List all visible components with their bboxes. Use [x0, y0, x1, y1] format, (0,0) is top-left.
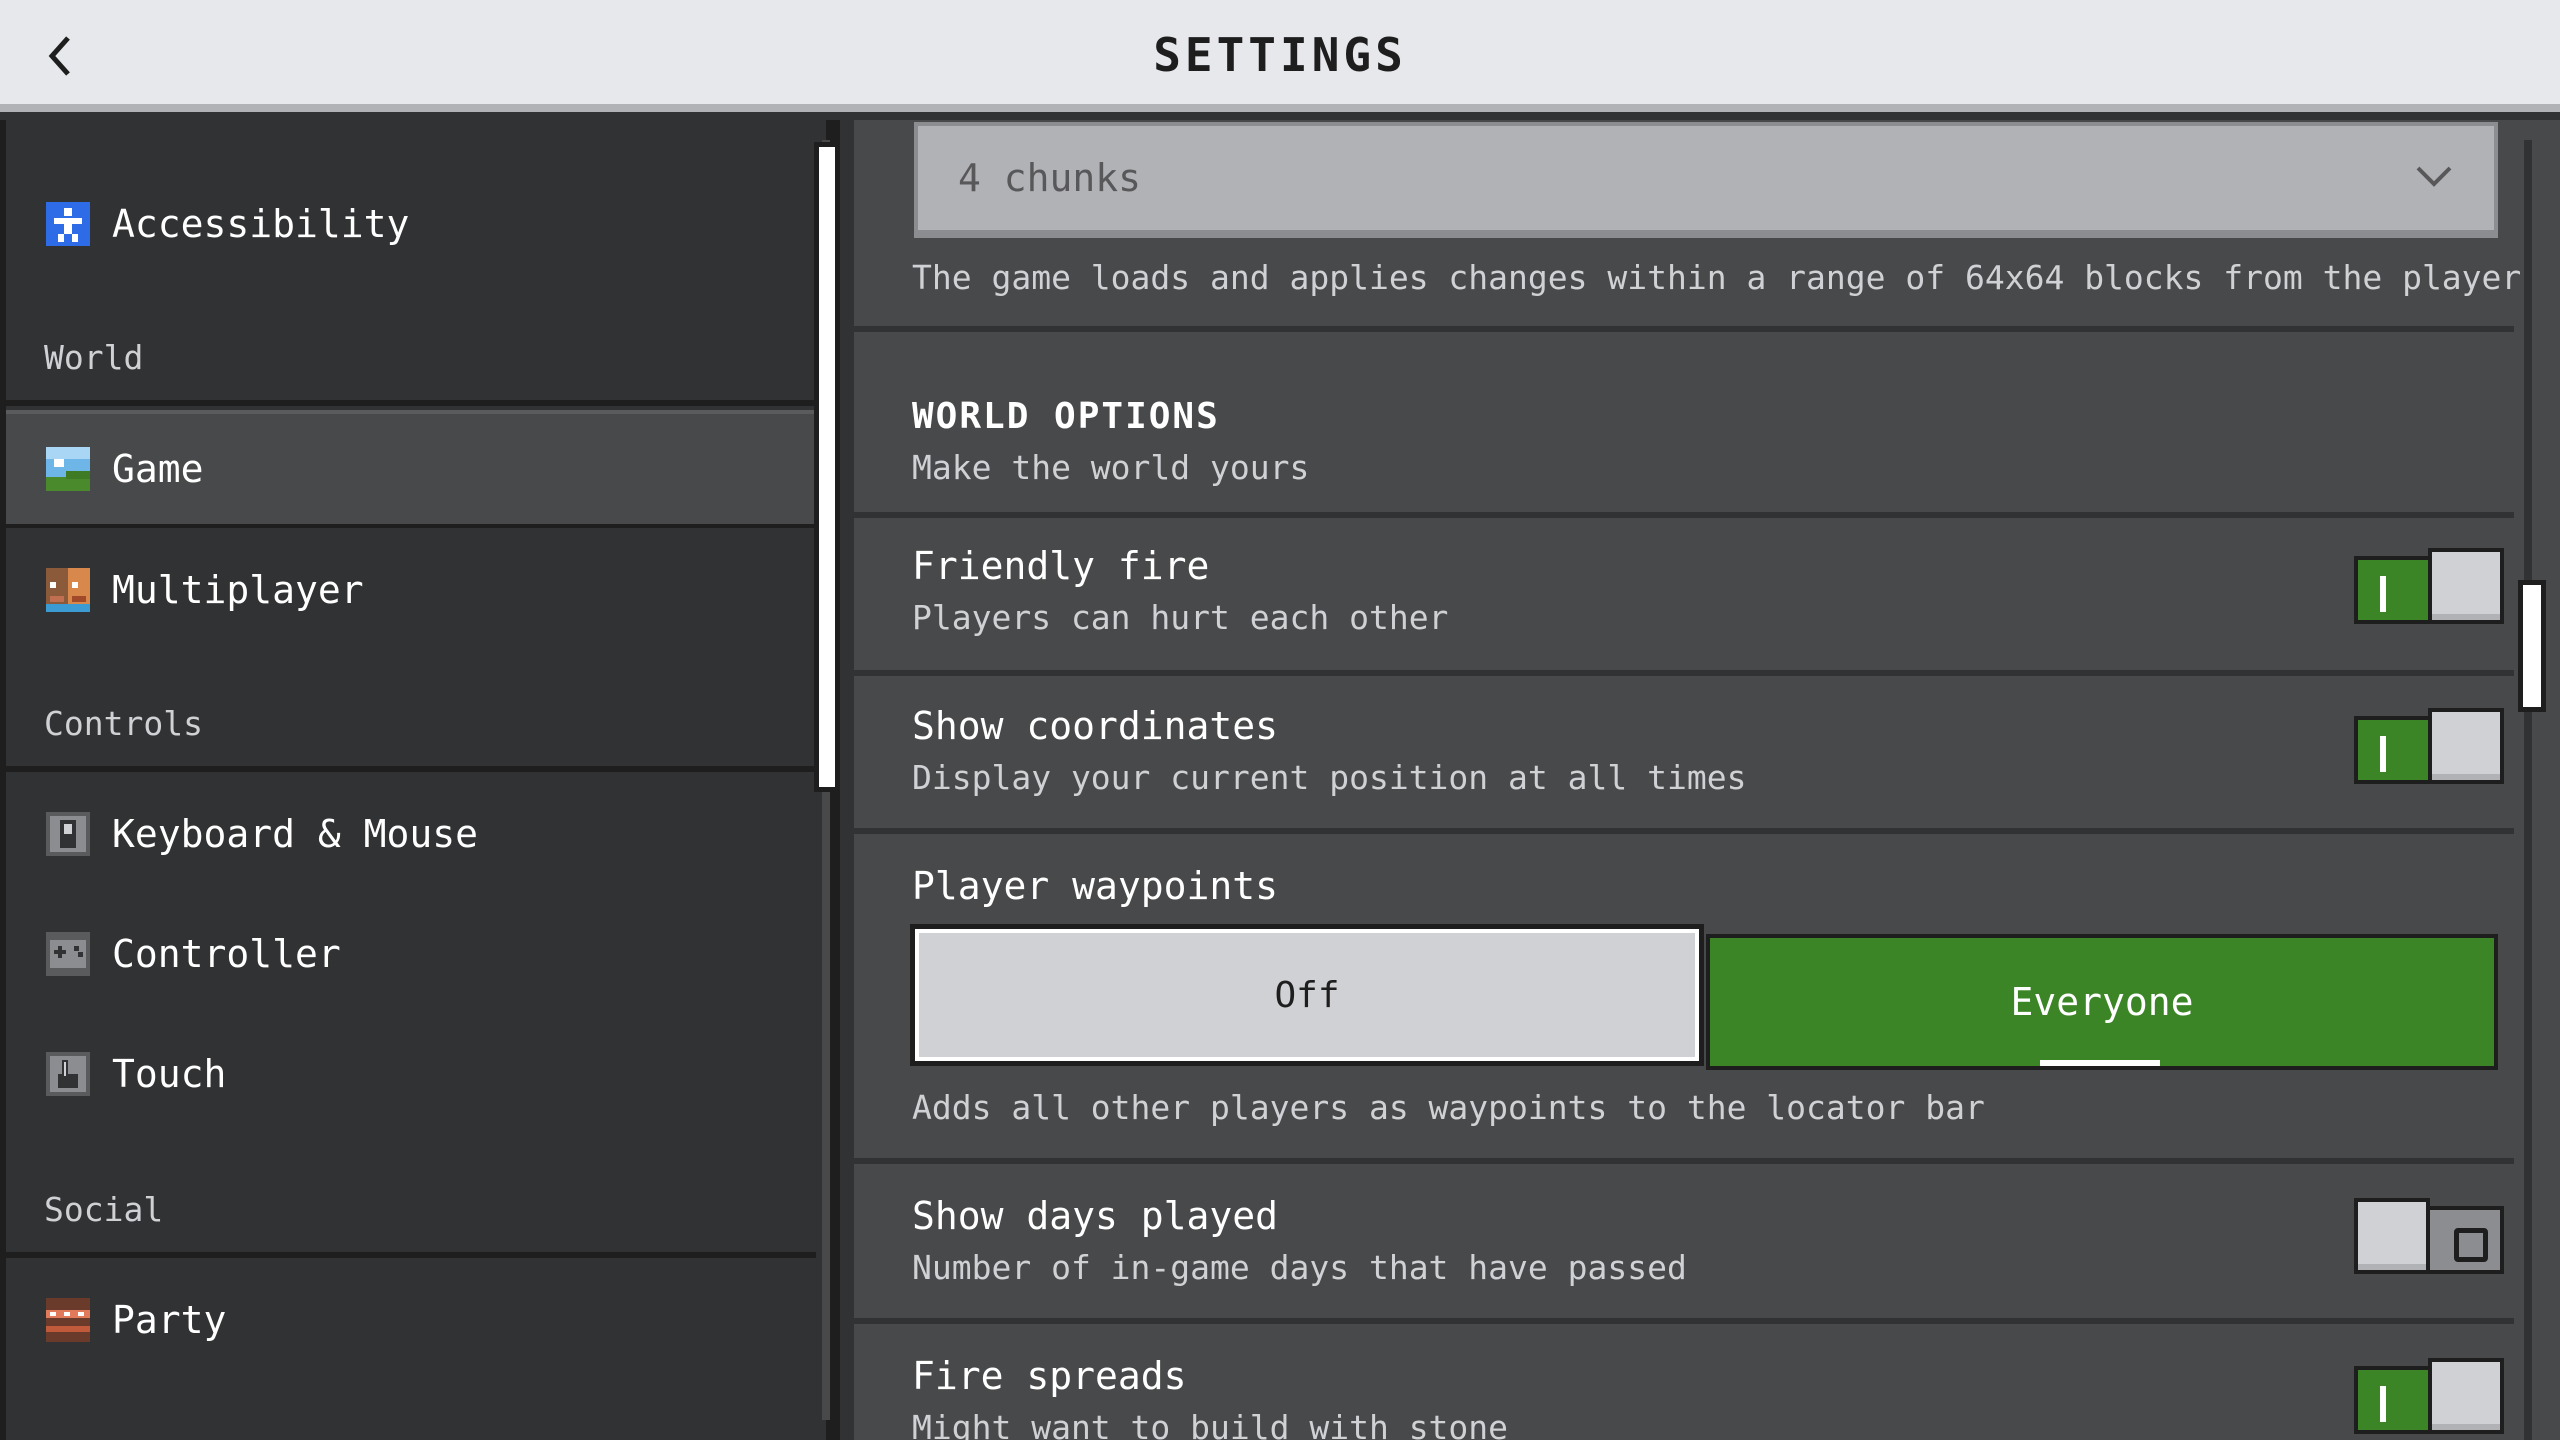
world-options-subtitle: Make the world yours — [912, 448, 1310, 487]
divider — [854, 326, 2514, 332]
show-coordinates-title: Show coordinates — [912, 704, 1279, 748]
world-options-title: WORLD OPTIONS — [912, 396, 1220, 437]
sidebar-item-label: Multiplayer — [112, 568, 364, 612]
toggle-knob — [2428, 708, 2504, 784]
header-bar: SETTINGS — [0, 0, 2560, 112]
sidebar-item-party[interactable]: Party — [6, 1264, 816, 1376]
divider — [854, 828, 2514, 834]
divider — [854, 1318, 2514, 1324]
toggle-on-mark — [2380, 736, 2386, 772]
sidebar-section-controls: Controls — [44, 704, 203, 743]
sidebar-item-label: Controller — [112, 932, 341, 976]
waypoints-option-everyone[interactable]: Everyone — [1706, 934, 2498, 1070]
sidebar-divider — [6, 1252, 816, 1258]
sidebar-section-social: Social — [44, 1190, 164, 1229]
toggle-knob — [2354, 1198, 2430, 1274]
show-coordinates-toggle[interactable] — [2354, 708, 2504, 784]
sidebar-item-label: Party — [112, 1298, 227, 1342]
sidebar-item-label: Game — [112, 447, 204, 491]
sidebar-item-label: Touch — [112, 1052, 227, 1096]
selected-indicator — [2040, 1060, 2160, 1066]
touch-icon — [46, 1052, 90, 1096]
controller-icon — [46, 932, 90, 976]
main-scrollbar-thumb[interactable] — [2518, 580, 2546, 712]
show-coordinates-description: Display your current position at all tim… — [912, 758, 1747, 797]
sidebar-item-keyboard-mouse[interactable]: Keyboard & Mouse — [6, 778, 816, 890]
accessibility-icon — [46, 202, 90, 246]
sidebar-item-accessibility[interactable]: Accessibility — [6, 168, 816, 280]
sidebar-item-multiplayer[interactable]: Multiplayer — [6, 534, 816, 646]
game-landscape-icon — [46, 447, 90, 491]
option-label: Everyone — [2010, 980, 2194, 1024]
sidebar-divider — [6, 766, 816, 772]
show-days-played-title: Show days played — [912, 1194, 1279, 1238]
fire-spreads-description: Might want to build with stone — [912, 1408, 1509, 1440]
toggle-off-mark — [2454, 1228, 2488, 1262]
show-days-played-toggle[interactable] — [2354, 1198, 2504, 1274]
divider — [854, 670, 2514, 676]
friendly-fire-title: Friendly fire — [912, 544, 1210, 588]
sidebar-item-label: Keyboard & Mouse — [112, 812, 479, 856]
sidebar-item-label: Accessibility — [112, 202, 410, 246]
main-scrollbar-track[interactable] — [2524, 140, 2532, 1440]
toggle-knob — [2428, 548, 2504, 624]
page-title: SETTINGS — [1153, 28, 1407, 82]
option-label: Off — [1274, 974, 1340, 1016]
friendly-fire-toggle[interactable] — [2354, 548, 2504, 624]
player-waypoints-description: Adds all other players as waypoints to t… — [912, 1088, 1985, 1127]
fire-spreads-toggle[interactable] — [2354, 1358, 2504, 1434]
render-distance-description: The game loads and applies changes withi… — [912, 258, 2522, 297]
toggle-on-mark — [2380, 576, 2386, 612]
multiplayer-icon — [46, 568, 90, 612]
party-icon — [46, 1298, 90, 1342]
friendly-fire-description: Players can hurt each other — [912, 598, 1449, 637]
show-days-played-description: Number of in-game days that have passed — [912, 1248, 1687, 1287]
sidebar-item-game[interactable]: Game — [6, 410, 816, 528]
toggle-on-mark — [2380, 1386, 2386, 1422]
toggle-knob — [2428, 1358, 2504, 1434]
player-waypoints-title: Player waypoints — [912, 864, 1279, 908]
sidebar-scrollbar-thumb[interactable] — [814, 142, 840, 792]
render-distance-dropdown[interactable]: 4 chunks — [914, 122, 2498, 238]
sidebar-section-world: World — [44, 338, 144, 377]
waypoints-option-off[interactable]: Off — [910, 924, 1704, 1066]
sidebar-item-touch[interactable]: Touch — [6, 1018, 816, 1130]
divider — [854, 1158, 2514, 1164]
chevron-down-icon — [2416, 166, 2452, 187]
sidebar-item-controller[interactable]: Controller — [6, 898, 816, 1010]
divider — [854, 512, 2514, 518]
fire-spreads-title: Fire spreads — [912, 1354, 1187, 1398]
sidebar-divider — [6, 400, 816, 406]
keyboard-mouse-icon — [46, 812, 90, 856]
dropdown-value: 4 chunks — [958, 156, 1142, 200]
